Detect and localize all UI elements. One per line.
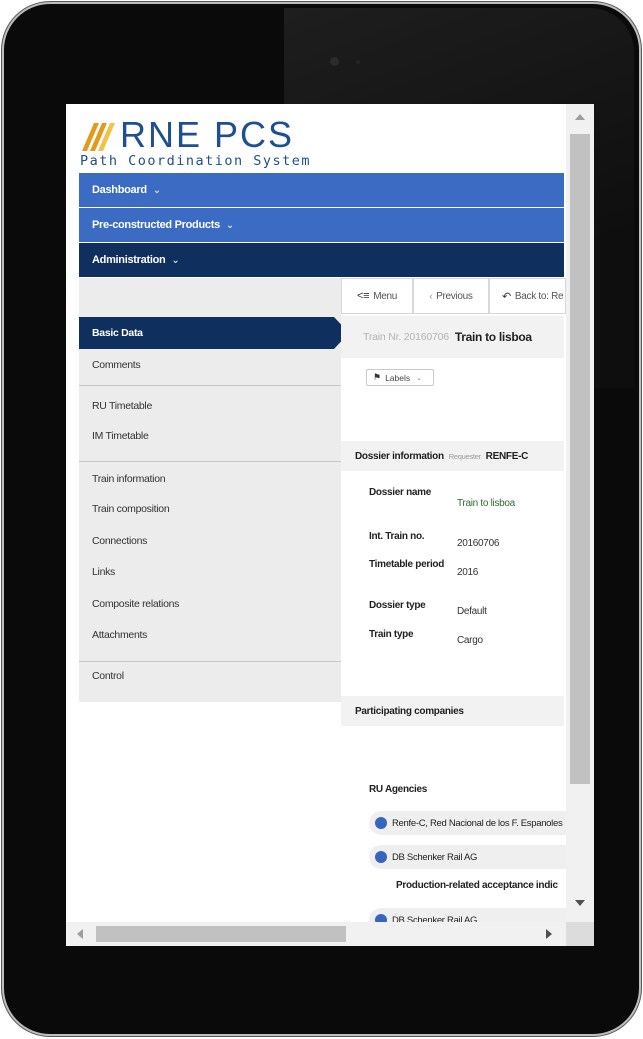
sidebar-item-label: IM Timetable [92, 430, 149, 442]
ru-agencies-heading: RU Agencies [369, 784, 428, 795]
tag-icon: ⚑ [373, 372, 382, 382]
logo-brand-text: RNE PCS [120, 114, 295, 155]
dossier-name-key: Dossier name [369, 487, 431, 498]
participating-companies-header: Participating companies [341, 696, 564, 726]
sidebar-item-label: Comments [92, 359, 141, 371]
train-type-value: Cargo [457, 635, 483, 646]
int-train-no-key: Int. Train no. [369, 531, 425, 542]
company-dot-icon [375, 817, 387, 829]
company-name: DB Schenker Rail AG [392, 851, 478, 863]
menu-button[interactable]: <≡ Menu [341, 278, 413, 314]
sidebar-item-label: Composite relations [92, 598, 180, 610]
menu-button-label: Menu [373, 290, 398, 302]
sidebar-item-control[interactable]: Control [79, 660, 341, 692]
acceptance-heading: Production-related acceptance indic [396, 880, 558, 891]
timetable-period-key: Timetable period [369, 559, 445, 570]
sensor-dot [356, 60, 360, 64]
back-button-label: Back to: Re [514, 290, 564, 302]
sidebar-item-attachments[interactable]: Attachments [79, 619, 341, 651]
nav-administration-label: Administration [92, 254, 166, 266]
sidebar-item-label: Train composition [92, 503, 170, 515]
scroll-left-arrow-icon[interactable] [77, 929, 83, 939]
previous-button[interactable]: ‹ Previous [413, 278, 489, 314]
sidebar-item-train-composition[interactable]: Train composition [79, 493, 341, 525]
int-train-no-value: 20160706 [457, 538, 500, 549]
scroll-right-arrow-icon[interactable] [546, 929, 552, 939]
horizontal-scroll-thumb[interactable] [96, 926, 346, 942]
train-type-key: Train type [369, 629, 414, 640]
company-name: Renfe-C, Red Nacional de los F. Espanole… [392, 817, 563, 829]
sidebar-item-label: Basic Data [92, 327, 143, 339]
sidebar-item-basic-data[interactable]: Basic Data [79, 317, 349, 349]
scroll-down-arrow-icon[interactable] [575, 900, 585, 906]
nav-pre-constructed-products[interactable]: Pre-constructed Products ⌄ [79, 208, 564, 242]
chevron-down-icon: ⌄ [152, 184, 161, 196]
hamburger-menu-icon: <≡ [356, 290, 370, 302]
sidebar-item-label: Attachments [92, 629, 148, 641]
sidebar-item-label: Links [92, 566, 116, 578]
sidebar-item-label: Control [92, 670, 124, 682]
chevron-down-icon: ⌄ [416, 374, 423, 382]
scrollbar-corner [566, 922, 594, 946]
train-name: Train to lisboa [454, 330, 532, 344]
chevron-down-icon: ⌄ [225, 219, 234, 231]
sidebar-item-label: Train information [92, 473, 166, 485]
dossier-info-title: Dossier information [355, 450, 444, 462]
company-pill[interactable]: Renfe-C, Red Nacional de los F. Espanole… [369, 811, 579, 835]
participating-companies-title: Participating companies [355, 705, 464, 717]
chevron-down-icon: ⌄ [171, 254, 180, 266]
company-dot-icon [375, 851, 387, 863]
chevron-left-icon: ‹ [429, 291, 433, 301]
dossier-name-value[interactable]: Train to lisboa [457, 498, 515, 509]
labels-dropdown[interactable]: ⚑ Labels ⌄ [366, 369, 434, 386]
reply-arrow-icon: ↶ [502, 290, 511, 303]
previous-button-label: Previous [436, 290, 473, 302]
dossier-info-header: Dossier information Requester RENFE-C [341, 441, 564, 471]
rne-pcs-logo[interactable]: RNE PCS Path Coordination System [79, 115, 310, 173]
nav-dashboard-label: Dashboard [92, 184, 147, 196]
vertical-scrollbar[interactable] [566, 104, 594, 922]
sidebar-item-label: RU Timetable [92, 400, 153, 412]
sidebar-item-ru-timetable[interactable]: RU Timetable [79, 390, 341, 422]
nav-dashboard[interactable]: Dashboard ⌄ [79, 173, 564, 207]
logo-tagline: Path Coordination System [80, 153, 312, 169]
sidebar-item-train-information[interactable]: Train information [79, 463, 341, 495]
scroll-up-arrow-icon[interactable] [575, 114, 585, 120]
horizontal-scrollbar[interactable] [66, 922, 566, 946]
camera-icon [330, 57, 339, 66]
sidebar-divider [79, 385, 341, 386]
nav-administration[interactable]: Administration ⌄ [79, 243, 564, 277]
train-number: Train Nr. 20160706 [363, 331, 449, 343]
vertical-scroll-thumb[interactable] [570, 134, 590, 784]
sidebar-divider [79, 461, 341, 462]
company-pill[interactable]: DB Schenker Rail AG [369, 845, 579, 869]
requester-value: RENFE-C [485, 450, 529, 462]
sidebar-item-im-timetable[interactable]: IM Timetable [79, 420, 341, 452]
sidebar-item-connections[interactable]: Connections [79, 525, 341, 557]
sidebar-item-composite-relations[interactable]: Composite relations [79, 588, 341, 620]
sidebar-item-label: Connections [92, 535, 148, 547]
sidebar-item-comments[interactable]: Comments [79, 349, 341, 381]
dossier-type-key: Dossier type [369, 600, 426, 611]
rne-logo-mark-icon [82, 123, 115, 151]
labels-dropdown-label: Labels [385, 372, 411, 383]
nav-pre-constructed-label: Pre-constructed Products [92, 219, 220, 231]
back-button[interactable]: ↶ Back to: Re [489, 278, 566, 314]
timetable-period-value: 2016 [457, 567, 479, 578]
train-title-bar: Train Nr. 20160706 Train to lisboa [341, 316, 564, 358]
sidebar-item-links[interactable]: Links [79, 556, 341, 588]
dossier-type-value: Default [457, 606, 487, 617]
requester-label: Requester [448, 451, 481, 461]
screen: RNE PCS Path Coordination System Dashboa… [66, 104, 594, 946]
